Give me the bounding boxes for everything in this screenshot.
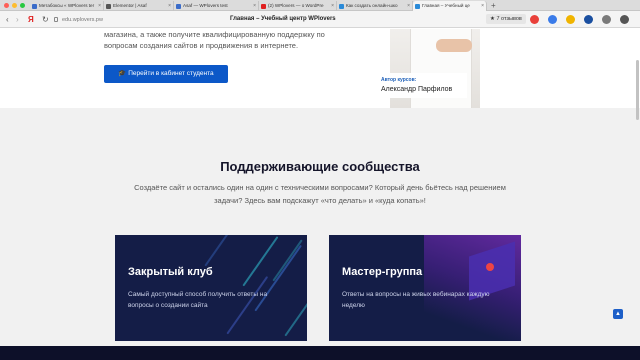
browser-tab-online-school[interactable]: Как создать онлайн-шко × — [337, 1, 413, 11]
card-text: Ответы на вопросы на живых вебинарах каж… — [342, 291, 490, 309]
card-text: Самый доступный способ получить ответы н… — [128, 291, 268, 309]
site-favicon-icon — [339, 3, 344, 9]
browser-tab-metaboxes[interactable]: Метабоксы « WPlovers ter × — [30, 1, 104, 11]
browser-tab-youtube[interactable]: (2) WPlovers — о WordPre × — [259, 1, 337, 11]
maximize-window-icon[interactable] — [20, 3, 25, 8]
close-window-icon[interactable] — [4, 3, 9, 8]
browser-tab-asaf[interactable]: Asaf — WPlovers test × — [174, 1, 259, 11]
back-icon[interactable]: ‹ — [6, 14, 9, 25]
wordpress-favicon-icon — [32, 3, 37, 9]
tab-close-icon[interactable]: × — [331, 1, 334, 11]
browser-tab-home-active[interactable]: Главная – Учебный це × — [413, 1, 487, 11]
tab-close-icon[interactable]: × — [98, 1, 101, 11]
extension-icon-blue[interactable] — [548, 15, 557, 24]
tab-close-icon[interactable]: × — [407, 1, 410, 11]
elementor-favicon-icon — [106, 3, 111, 9]
footer-strip — [0, 346, 640, 360]
wordpress-favicon-icon — [176, 3, 181, 9]
page-title-in-omnibox: Главная – Учебный центр WPlovers — [230, 16, 336, 22]
url-field[interactable]: edu.wplovers.pw — [62, 17, 103, 23]
forward-icon[interactable]: › — [16, 14, 19, 25]
hero-section: магазина, а также получите квалифицирова… — [0, 29, 640, 108]
section-title: Поддерживающие сообщества — [220, 159, 420, 174]
address-bar: ‹ › Я ↻ edu.wplovers.pw Главная – Учебны… — [0, 11, 640, 28]
youtube-favicon-icon — [261, 3, 266, 9]
tab-close-icon[interactable]: × — [168, 1, 171, 11]
card-title: Закрытый клуб — [128, 266, 213, 278]
scrollbar-thumb[interactable] — [636, 60, 639, 120]
page-viewport: магазина, а также получите квалифицирова… — [0, 29, 640, 360]
yandex-icon[interactable]: Я — [28, 14, 34, 25]
lock-icon — [54, 17, 58, 22]
communities-section: Поддерживающие сообщества Создаёте сайт … — [0, 108, 640, 346]
reload-icon[interactable]: ↻ — [42, 14, 49, 25]
extension-icon-yellow[interactable] — [566, 15, 575, 24]
student-cabinet-button[interactable]: 🎓 Перейти в кабинет студента — [104, 65, 228, 83]
browser-tab-bar: Метабоксы « WPlovers ter × Elementor | A… — [0, 0, 640, 11]
wordpress-extension-icon[interactable] — [584, 15, 593, 24]
extension-icon-gray[interactable] — [602, 15, 611, 24]
tab-close-icon[interactable]: × — [253, 1, 256, 11]
reviews-badge[interactable]: ★ 7 отзывов — [486, 14, 526, 24]
extension-icon-red[interactable] — [530, 15, 539, 24]
tab-close-icon[interactable]: × — [481, 1, 484, 11]
minimize-window-icon[interactable] — [12, 3, 17, 8]
section-subtitle: Создаёте сайт и остались один на один с … — [134, 183, 506, 205]
card-master-group[interactable]: Мастер-группа Ответы на вопросы на живых… — [329, 235, 521, 341]
site-favicon-icon — [415, 3, 420, 9]
new-tab-button[interactable]: + — [491, 0, 496, 11]
record-icon — [486, 263, 494, 271]
card-title: Мастер-группа — [342, 266, 423, 278]
scroll-to-top-button[interactable]: ▲ — [613, 309, 623, 319]
author-caption: Автор курсов: Александр Парфилов — [377, 73, 467, 98]
download-icon[interactable] — [620, 15, 629, 24]
browser-tab-elementor[interactable]: Elementor | Asaf × — [104, 1, 174, 11]
hero-description: магазина, а также получите квалифицирова… — [104, 30, 325, 50]
card-closed-club[interactable]: Закрытый клуб Самый доступный способ пол… — [115, 235, 307, 341]
